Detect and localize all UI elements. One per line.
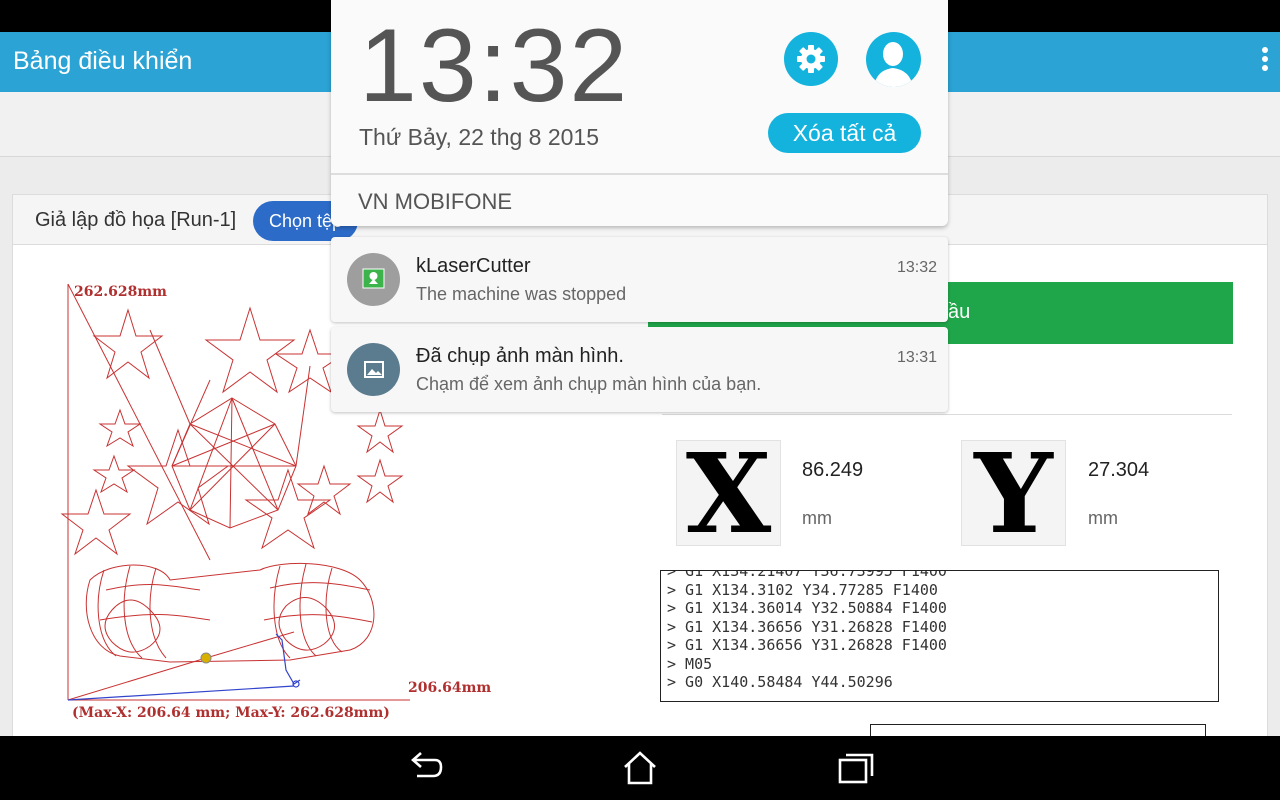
console-line: > G1 X134.36014 Y32.50884 F1400	[667, 599, 947, 617]
y-position-value: 27.304	[1088, 459, 1150, 481]
notification-shade: 13:32 Thứ Bảy, 22 thg 8 2015 Xóa tất cả …	[331, 0, 948, 226]
gcode-console[interactable]: > G1 X134.21407 Y36.73995 F1400 > G1 X13…	[660, 570, 1219, 702]
x-axis-icon: X	[676, 440, 781, 546]
console-line: > G1 X134.36656 Y31.26828 F1400	[667, 617, 947, 636]
x-position-unit: mm	[802, 508, 832, 528]
clock: 13:32	[359, 8, 630, 124]
notification-text: Chạm để xem ảnh chụp màn hình của bạn.	[416, 374, 762, 394]
date: Thứ Bảy, 22 thg 8 2015	[359, 124, 600, 150]
user-avatar-icon[interactable]	[866, 32, 921, 87]
notification-screenshot[interactable]: Đã chụp ảnh màn hình. Chạm để xem ảnh ch…	[331, 327, 948, 412]
carrier-name: VN MOBIFONE	[358, 189, 513, 214]
console-line: > G1 X134.3102 Y34.77285 F1400	[667, 580, 938, 599]
home-icon[interactable]	[620, 750, 660, 786]
divider	[662, 414, 1232, 415]
notification-time: 13:31	[896, 349, 937, 366]
y-position-unit: mm	[1088, 508, 1118, 528]
recents-icon[interactable]	[836, 750, 876, 786]
notification-time: 13:32	[896, 259, 937, 276]
drawing-max-label: (Max-X: 206.64 mm; Max-Y: 262.628mm)	[72, 705, 390, 721]
back-icon[interactable]	[405, 750, 445, 786]
y-axis-icon: Y	[961, 440, 1066, 546]
settings-gear-icon[interactable]	[784, 32, 838, 86]
notification-text: The machine was stopped	[416, 284, 627, 304]
shade-divider	[331, 173, 948, 175]
screenshot-image-icon	[347, 343, 400, 396]
klasercutter-app-icon	[347, 253, 400, 306]
app-title: Bảng điều khiển	[13, 47, 193, 75]
console-line: > G1 X134.21407 Y36.73995 F1400	[667, 570, 947, 580]
x-position-value: 86.249	[802, 459, 864, 481]
overflow-menu-icon[interactable]	[1260, 47, 1270, 77]
navigation-bar	[0, 736, 1280, 800]
console-line: > G1 X134.36656 Y31.26828 F1400	[667, 636, 947, 654]
clear-all-button[interactable]: Xóa tất cả	[768, 113, 921, 153]
console-line: > M05	[667, 654, 713, 673]
drawing-width-label: 206.64mm	[408, 680, 491, 696]
console-line: > G0 X140.58484 Y44.50296	[667, 673, 893, 691]
drawing-height-label: 262.628mm	[74, 284, 167, 300]
notification-title: kLaserCutter	[416, 255, 531, 277]
start-button-label: ầu	[948, 301, 971, 323]
notification-klasercutter[interactable]: kLaserCutter The machine was stopped 13:…	[331, 237, 948, 322]
notification-title: Đã chụp ảnh màn hình.	[416, 345, 624, 367]
panel-title: Giả lập đồ họa [Run-1]	[35, 209, 237, 231]
